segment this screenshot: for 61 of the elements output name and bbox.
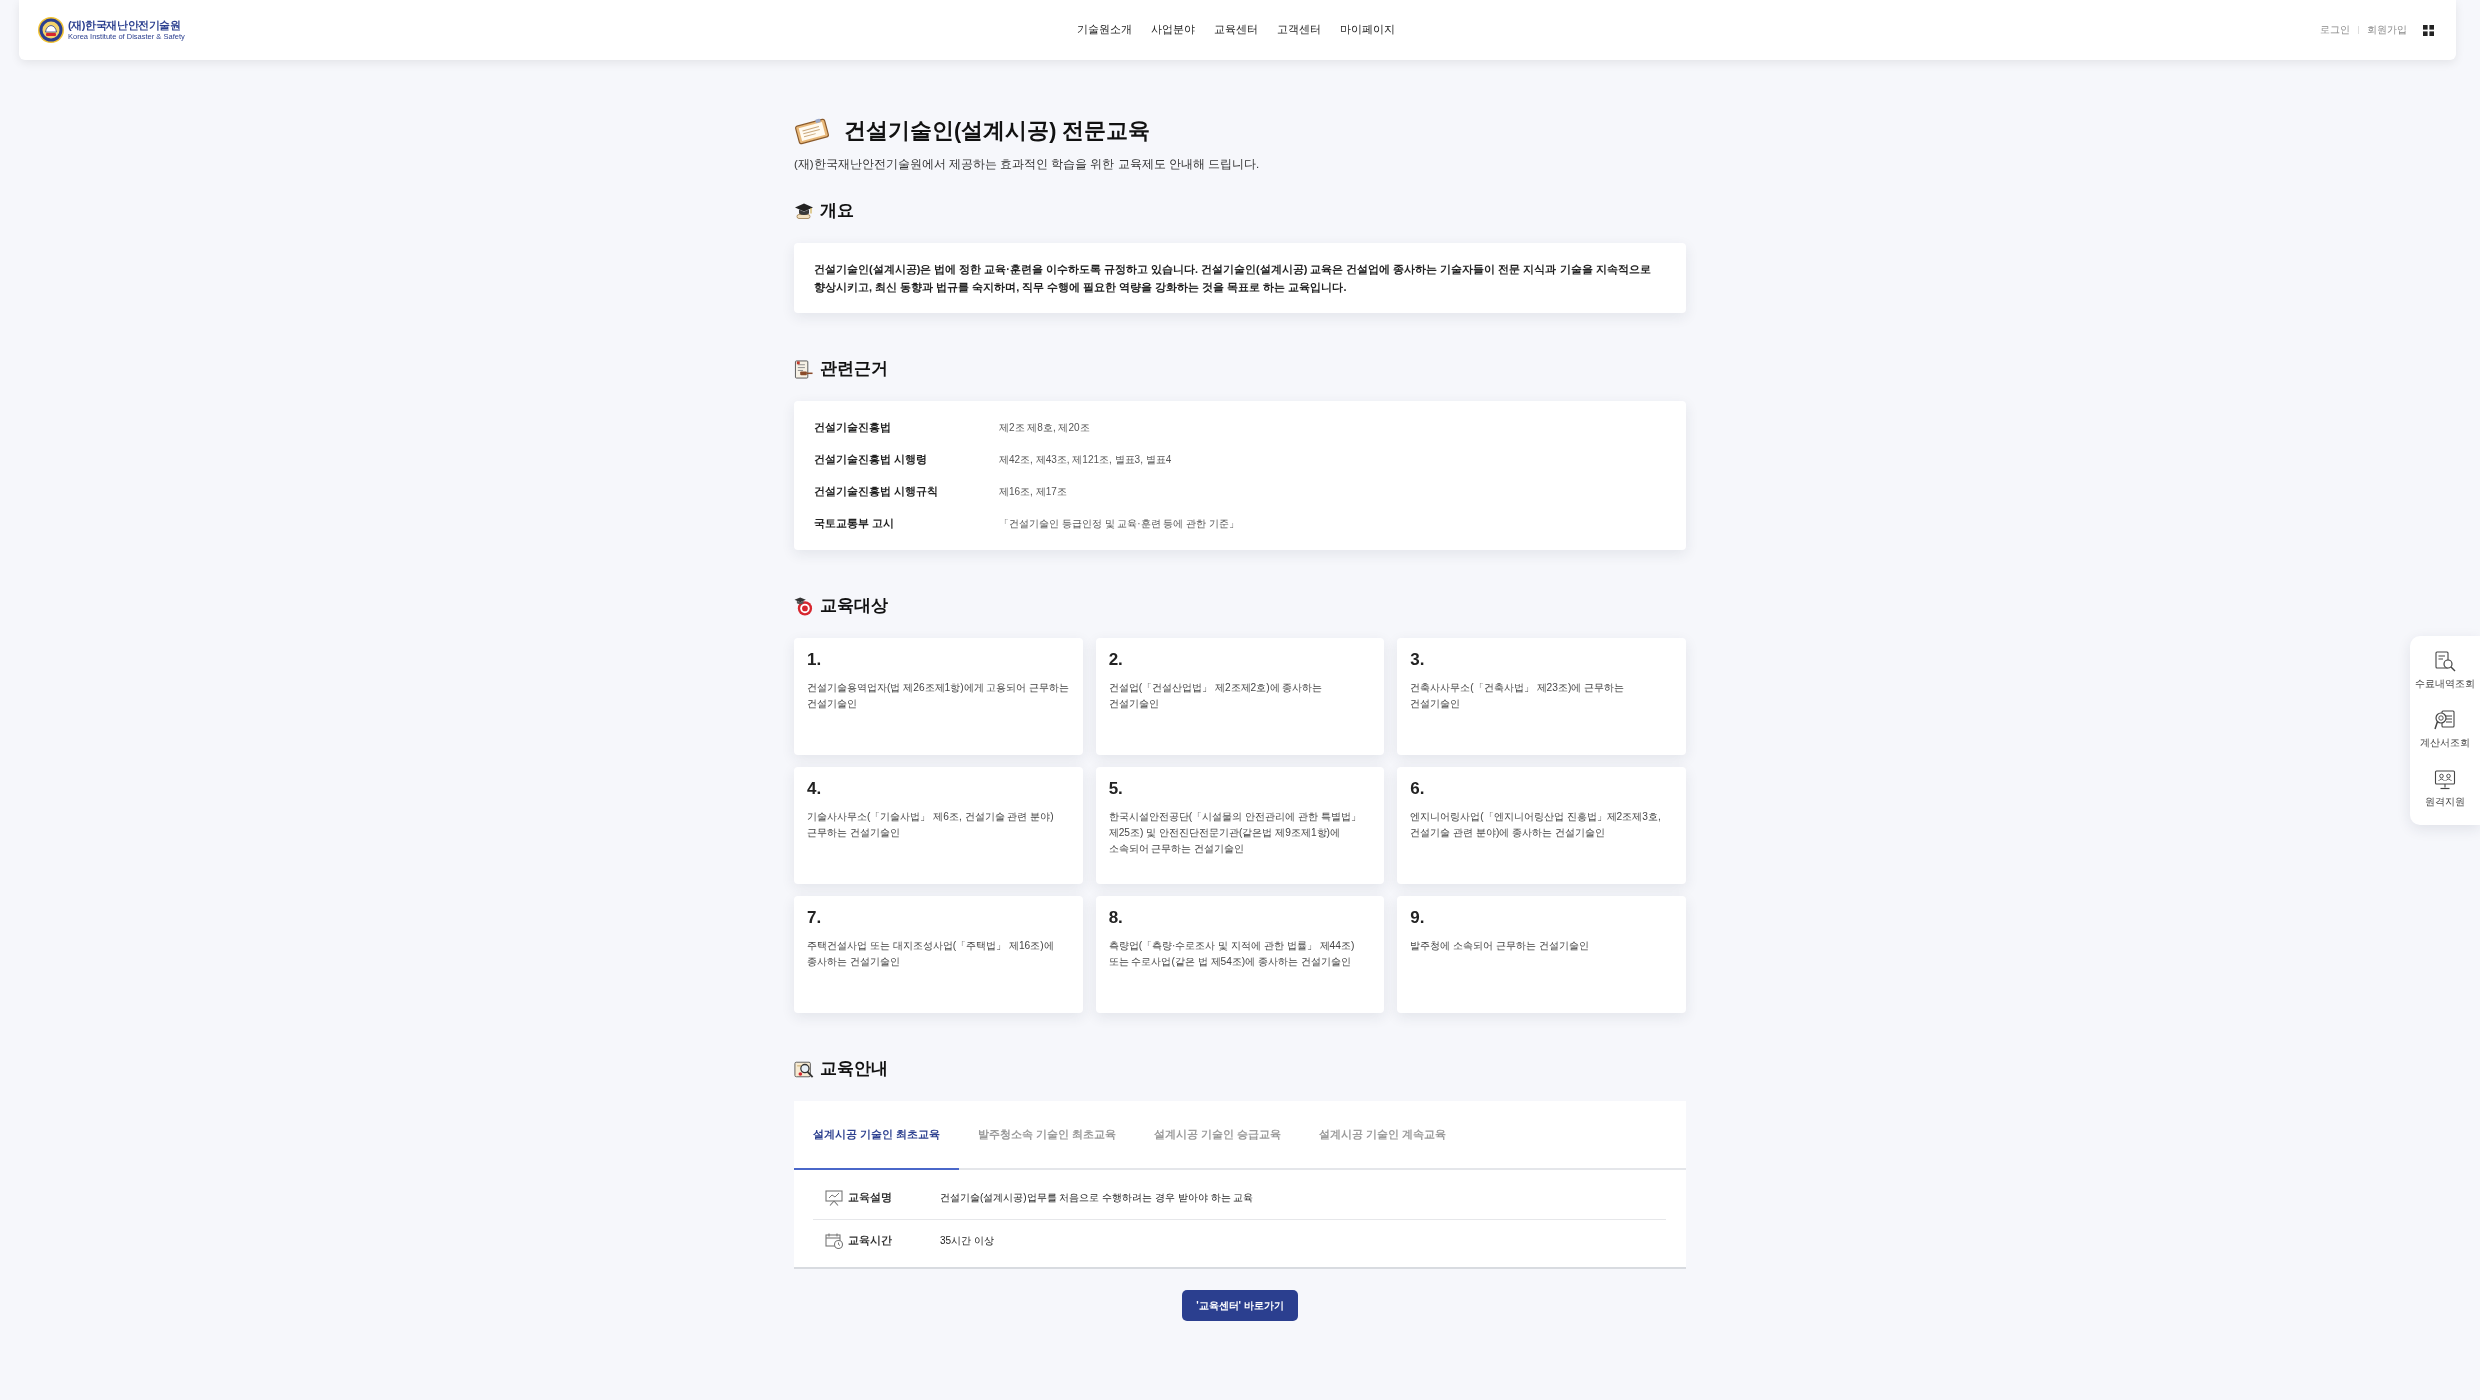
card-number: 8. <box>1108 907 1124 929</box>
quick-menu-link[interactable]: 원격지원 <box>2425 768 2465 809</box>
document-search-icon <box>2434 650 2456 672</box>
law-articles: 제2조 제8호, 제20조 <box>999 421 1090 435</box>
certificate-magnifier-icon <box>794 1059 814 1079</box>
card-text: 건설업(「건설산업법」 제2조제2호)에 종사하는 건설기술인 <box>1108 681 1324 711</box>
nav-link[interactable]: 고객센터 <box>1277 23 1321 37</box>
quick-menu-link[interactable]: 수료내역조회 <box>2415 650 2475 691</box>
law-name: 건설기술진흥법 <box>814 421 892 435</box>
nav-link[interactable]: 마이페이지 <box>1340 23 1395 37</box>
logo-name[interactable]: (재)한국재난안전기술원 <box>68 19 185 31</box>
nav-link[interactable]: 기술원소개 <box>1077 23 1132 37</box>
page-title: 건설기술인(설계시공) 전문교육 <box>844 118 1151 145</box>
law-name: 건설기술진흥법 시행규칙 <box>814 485 939 499</box>
presentation-board-icon <box>825 1190 843 1206</box>
info-value: 건설기술(설계시공)업무를 처음으로 수행하려는 경우 받아야 하는 교육 <box>940 1191 1254 1205</box>
card-text: 엔지니어링사업(「엔지니어링산업 진흥법」제2조제3호, 건설기술 관련 분야)에 종사하는 건설기술인 <box>1410 810 1662 840</box>
card-text: 기술사사무소(「기술사법」 제6조, 건설기술 관련 분야) 근무하는 건설기술인 <box>807 810 1055 840</box>
law-articles: 제16조, 제17조 <box>999 485 1067 499</box>
nav-link[interactable]: 교육센터 <box>1214 23 1258 37</box>
card-number: 1. <box>807 649 823 671</box>
law-articles: 제42조, 제43조, 제121조, 별표3, 별표4 <box>999 453 1172 467</box>
card-text: 건설기술용역업자(법 제26조제1항)에게 고용되어 근무하는 건설기술인 <box>807 681 1070 711</box>
card-text: 발주청에 소속되어 근무하는 건설기술인 <box>1410 939 1590 953</box>
law-name: 국토교통부 고시 <box>814 517 895 531</box>
info-label: 교육시간 <box>848 1234 893 1248</box>
section-heading: 교육대상 <box>820 596 888 616</box>
tab[interactable]: 설계시공 기술인 최초교육 <box>794 1101 959 1170</box>
calendar-clock-icon <box>825 1233 843 1249</box>
card-text: 측량업(「측량·수로조사 및 지적에 관한 법률」 제44조) 또는 수로사업(같은 법 제54조)에 종사하는 건설기술인 <box>1108 939 1356 969</box>
card-text: 주택건설사업 또는 대지조성사업(「주택법」 제16조)에 종사하는 건설기술인 <box>807 939 1055 969</box>
quick-menu-link[interactable]: 계산서조회 <box>2420 709 2470 750</box>
card-number: 6. <box>1410 778 1426 800</box>
card-number: 3. <box>1410 649 1426 671</box>
education-center-button[interactable]: '교육센터' 바로가기 <box>1182 1290 1298 1321</box>
card-text: 건축사사무소(「건축사법」 제23조)에 근무하는 건설기술인 <box>1410 681 1626 711</box>
info-value: 35시간 이상 <box>940 1234 994 1248</box>
graduation-cap-icon <box>794 201 814 221</box>
card-number: 5. <box>1108 778 1124 800</box>
info-label: 교육설명 <box>848 1191 893 1205</box>
monitor-people-icon <box>2434 768 2456 790</box>
card-number: 7. <box>807 907 823 929</box>
card-number: 2. <box>1108 649 1124 671</box>
emblem-icon[interactable] <box>38 17 64 43</box>
document-gavel-icon <box>794 359 814 379</box>
signup-link[interactable]: 회원가입 <box>2367 23 2407 37</box>
overview-text: 건설기술인(설계시공)은 법에 정한 교육·훈련을 이수하도록 규정하고 있습니다. 건설기술인(설계시공) 교육은 건설업에 종사하는 기술자들이 전문 지식과 기술을 지속적으로 향상시키고, 최신 동향과 법규를 숙지하며, 직무 수행에 필요한 역량을 강화하는 것을 목표로 하는 교육입니다. <box>814 262 1652 295</box>
law-name: 건설기술진흥법 시행령 <box>814 453 928 467</box>
target-icon <box>794 596 814 616</box>
section-heading: 교육안내 <box>820 1059 888 1079</box>
card-number: 9. <box>1410 907 1426 929</box>
login-link[interactable]: 로그인 <box>2320 23 2350 37</box>
card-number: 4. <box>807 778 823 800</box>
section-heading: 개요 <box>820 201 854 221</box>
receipt-search-icon <box>2434 709 2456 731</box>
card-text: 한국시설안전공단(「시설물의 안전관리에 관한 특별법」 제25조) 및 안전진단전문기관(같은법 제9조제1항)에 소속되어 근무하는 건설기술인 <box>1108 810 1362 856</box>
menu-icon[interactable] <box>2423 24 2434 36</box>
nav-link[interactable]: 사업분야 <box>1151 23 1195 37</box>
page-subtitle: (재)한국재난안전기술원에서 제공하는 효과적인 학습을 위한 교육제도 안내해 드립니다. <box>794 157 1261 172</box>
section-heading: 관련근거 <box>820 359 888 379</box>
law-articles: 「건설기술인 등급인정 및 교육·훈련 등에 관한 기준」 <box>999 517 1239 531</box>
